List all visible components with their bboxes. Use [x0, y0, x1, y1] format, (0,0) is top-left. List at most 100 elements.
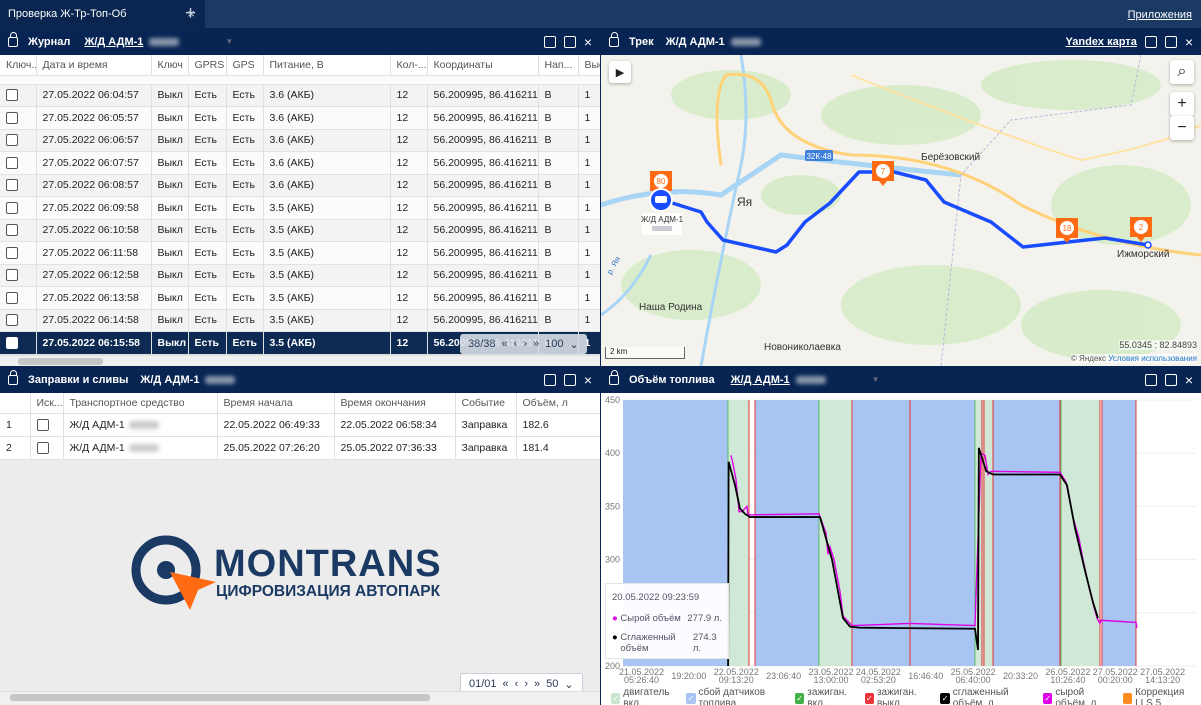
- row-checkbox[interactable]: [6, 89, 18, 102]
- chevron-down-icon[interactable]: ⌄: [569, 338, 578, 351]
- table-row[interactable]: 27.05.2022 06:07:57 Выкл Есть Есть 3.6 (АКБ)…: [0, 151, 600, 175]
- column-header[interactable]: [0, 393, 31, 414]
- row-checkbox-cell[interactable]: [0, 84, 37, 107]
- legend-item[interactable]: ✓ сырой объём, л: [1043, 687, 1117, 705]
- lock-icon[interactable]: [609, 31, 619, 47]
- row-checkbox[interactable]: [6, 336, 18, 349]
- legend-checkbox[interactable]: ✓: [940, 692, 950, 704]
- scrollbar-thumb[interactable]: [10, 694, 430, 701]
- row-checkbox[interactable]: [6, 111, 18, 124]
- column-header[interactable]: Координаты: [427, 55, 539, 76]
- table-row[interactable]: 1 Ж/Д АДМ-1 22.05.2022 06:49:33 22.05.2022 …: [0, 413, 600, 437]
- maximize-icon[interactable]: [543, 35, 556, 48]
- column-header[interactable]: Транспортное средство: [63, 393, 218, 414]
- column-header[interactable]: Ключ... ▼: [0, 55, 37, 76]
- lock-icon[interactable]: [609, 369, 619, 385]
- legend-item[interactable]: ✓ двигатель вкл.: [611, 687, 680, 705]
- map-provider-link[interactable]: Yandex карта: [1066, 36, 1137, 48]
- close-icon[interactable]: ×: [584, 372, 592, 388]
- row-checkbox[interactable]: [6, 269, 18, 282]
- play-button[interactable]: ▶: [609, 61, 631, 83]
- row-checkbox-cell[interactable]: [0, 241, 37, 265]
- row-checkbox-cell[interactable]: [0, 129, 37, 152]
- row-checkbox-cell[interactable]: [0, 151, 37, 175]
- last-page-button[interactable]: »: [534, 678, 540, 690]
- column-header[interactable]: Событие: [455, 393, 517, 414]
- table-row[interactable]: 27.05.2022 06:14:58 Выкл Есть Есть 3.5 (АКБ)…: [0, 309, 600, 332]
- row-checkbox[interactable]: [6, 224, 18, 237]
- table-row[interactable]: 2 Ж/Д АДМ-1 25.05.2022 07:26:20 25.05.2022 …: [0, 436, 600, 460]
- table-row[interactable]: 27.05.2022 06:08:57 Выкл Есть Есть 3.6 (АКБ)…: [0, 174, 600, 197]
- column-header[interactable]: Время окончания: [334, 393, 456, 414]
- maximize-icon[interactable]: [543, 373, 556, 386]
- vehicle-selector[interactable]: Ж/Д АДМ-1: [84, 36, 143, 48]
- next-page-button[interactable]: ›: [524, 678, 528, 690]
- page-size-select[interactable]: 50: [546, 678, 558, 690]
- table-row[interactable]: 27.05.2022 06:12:58 Выкл Есть Есть 3.5 (АКБ)…: [0, 264, 600, 287]
- legend-checkbox[interactable]: ✓: [1043, 692, 1053, 704]
- add-tab-icon[interactable]: +: [185, 3, 196, 25]
- table-row[interactable]: 27.05.2022 06:09:58 Выкл Есть Есть 3.5 (АКБ)…: [0, 196, 600, 220]
- row-checkbox-cell[interactable]: [0, 174, 37, 197]
- split-icon[interactable]: [1164, 373, 1177, 386]
- row-checkbox[interactable]: [36, 441, 49, 454]
- row-checkbox-cell[interactable]: [0, 286, 37, 310]
- legend-item[interactable]: ✓ зажиган. вкл.: [795, 687, 859, 705]
- row-checkbox[interactable]: [6, 201, 18, 214]
- row-checkbox[interactable]: [6, 134, 18, 147]
- page-size-select[interactable]: 100: [545, 338, 563, 350]
- terms-link[interactable]: Условия использования: [1108, 354, 1197, 363]
- apps-link[interactable]: Приложения: [1128, 9, 1192, 21]
- row-checkbox[interactable]: [36, 418, 49, 431]
- column-header[interactable]: Иск...: [30, 393, 64, 414]
- lock-icon[interactable]: [8, 31, 18, 47]
- prev-page-button[interactable]: ‹: [514, 338, 518, 350]
- column-header[interactable]: GPRS: [188, 55, 227, 76]
- tab-active[interactable]: Проверка Ж-Тр-Топ-Об ×: [0, 0, 205, 28]
- legend-checkbox[interactable]: ✓: [686, 692, 696, 704]
- legend-item[interactable]: ✓ сглаженный объём, л: [940, 687, 1037, 705]
- first-page-button[interactable]: «: [502, 338, 508, 350]
- vehicle-selector[interactable]: Ж/Д АДМ-1: [731, 374, 790, 386]
- table-row[interactable]: 27.05.2022 06:13:58 Выкл Есть Есть 3.5 (АКБ)…: [0, 286, 600, 310]
- row-checkbox[interactable]: [6, 246, 18, 259]
- legend-item[interactable]: ✓ зажиган. выкл.: [864, 687, 935, 705]
- row-checkbox[interactable]: [6, 156, 18, 169]
- horizontal-scrollbar[interactable]: [0, 691, 600, 705]
- row-checkbox-cell[interactable]: [0, 309, 37, 332]
- row-checkbox-cell[interactable]: [0, 331, 37, 355]
- row-checkbox[interactable]: [6, 179, 18, 192]
- legend-checkbox[interactable]: ✓: [795, 692, 805, 704]
- prev-page-button[interactable]: ‹: [515, 678, 519, 690]
- lock-icon[interactable]: [8, 369, 18, 385]
- next-page-button[interactable]: ›: [523, 338, 527, 350]
- row-checkbox-cell[interactable]: [0, 196, 37, 220]
- first-page-button[interactable]: «: [503, 678, 509, 690]
- close-icon[interactable]: ×: [584, 34, 592, 50]
- row-checkbox[interactable]: [6, 291, 18, 304]
- split-icon[interactable]: [1164, 35, 1177, 48]
- column-header[interactable]: Нап...: [538, 55, 579, 76]
- row-checkbox-cell[interactable]: [0, 264, 37, 287]
- row-checkbox[interactable]: [6, 314, 18, 327]
- horizontal-scrollbar[interactable]: [0, 355, 600, 366]
- column-header[interactable]: Время начала: [217, 393, 335, 414]
- legend-checkbox[interactable]: [1122, 692, 1133, 704]
- table-row[interactable]: 27.05.2022 06:06:57 Выкл Есть Есть 3.6 (АКБ)…: [0, 129, 600, 152]
- map-search-button[interactable]: ⌕: [1170, 60, 1194, 84]
- row-checkbox-cell[interactable]: [0, 219, 37, 242]
- table-row[interactable]: 27.05.2022 06:04:57 Выкл Есть Есть 3.6 (АКБ)…: [0, 84, 600, 107]
- column-header[interactable]: Дата и время: [36, 55, 152, 76]
- chevron-down-icon[interactable]: ⌄: [564, 678, 573, 691]
- event-marker[interactable]: 7: [872, 161, 894, 186]
- table-row[interactable]: 27.05.2022 06:11:58 Выкл Есть Есть 3.5 (АКБ)…: [0, 241, 600, 265]
- close-icon[interactable]: ×: [1185, 372, 1193, 388]
- column-header[interactable]: Кол-...: [390, 55, 428, 76]
- column-header[interactable]: Ключ: [151, 55, 189, 76]
- legend-item[interactable]: Коррекция LLS 5: [1122, 687, 1201, 705]
- table-row[interactable]: 27.05.2022 06:05:57 Выкл Есть Есть 3.6 (АКБ)…: [0, 106, 600, 130]
- split-icon[interactable]: [563, 35, 576, 48]
- legend-item[interactable]: ✓ сбой датчиков топлива: [686, 687, 789, 705]
- dropdown-icon[interactable]: ▼: [225, 37, 233, 46]
- event-marker[interactable]: 18: [1056, 218, 1078, 243]
